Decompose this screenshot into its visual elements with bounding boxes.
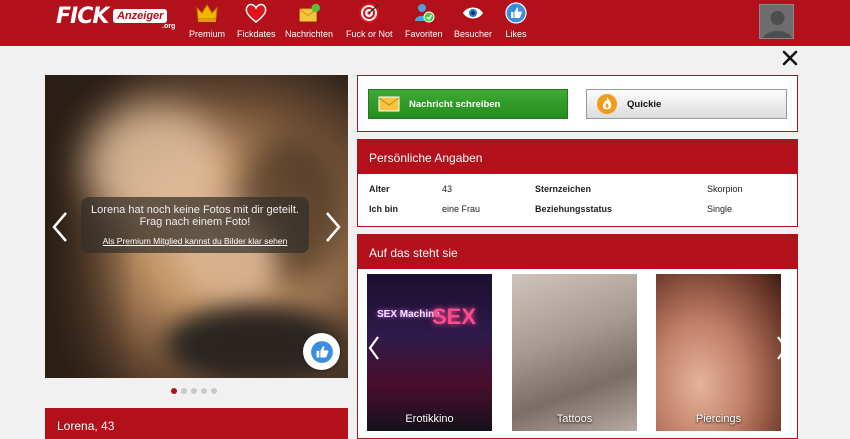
interest-label: Erotikkino (405, 413, 454, 425)
photo-next-arrow-icon[interactable] (323, 210, 343, 244)
nav-item-likes[interactable]: Likes (505, 2, 527, 42)
thumbs-up-icon (310, 340, 333, 363)
nav-label-likes: Likes (505, 29, 527, 39)
premium-link[interactable]: Als Premium Mitglied kannst du Bilder kl… (81, 236, 309, 246)
nav-item-premium[interactable]: Premium (189, 2, 225, 42)
thumbs-up-icon (505, 2, 527, 24)
nav-item-nachrichten[interactable]: Nachrichten (285, 2, 333, 42)
interest-tile-tattoos[interactable]: Tattoos (512, 274, 637, 431)
user-avatar[interactable] (759, 4, 794, 39)
nav-item-favoriten[interactable]: Favoriten (405, 2, 443, 42)
info-row: Ich bin eine Frau Beziehungsstatus Singl… (358, 204, 797, 222)
user-star-icon (413, 2, 435, 24)
interest-label: Piercings (695, 413, 742, 425)
pagination-dot[interactable] (171, 388, 177, 394)
photo-prev-arrow-icon[interactable] (50, 210, 70, 244)
interest-label: Tattoos (556, 413, 593, 425)
info-value: Skorpion (707, 184, 743, 194)
pagination-dot[interactable] (181, 388, 187, 394)
tile-sign-text: SEX Machine (377, 309, 440, 320)
nav-label-premium: Premium (189, 29, 226, 39)
pagination-dot[interactable] (201, 388, 207, 394)
nav-label-fuck-or-not: Fuck or Not (346, 29, 393, 39)
pagination-dot[interactable] (211, 388, 217, 394)
nav-label-fickdates: Fickdates (237, 29, 276, 39)
quickie-label: Quickie (627, 98, 662, 110)
interests-next-arrow-icon[interactable] (775, 335, 789, 361)
nav-item-fuck-or-not[interactable]: Fuck or Not (346, 2, 393, 42)
target-icon (358, 2, 380, 24)
write-message-label: Nachricht schreiben (409, 98, 501, 110)
quickie-button[interactable]: Quickie (586, 89, 787, 119)
nav-label-besucher: Besucher (454, 29, 493, 39)
envelope-icon (298, 2, 321, 24)
write-message-button[interactable]: Nachricht schreiben (368, 89, 568, 119)
crown-icon (196, 2, 218, 24)
eye-icon (462, 2, 484, 24)
section-title: Persönliche Angaben (358, 140, 797, 174)
nav-label-favoriten: Favoriten (405, 29, 443, 39)
no-photos-text: Lorena hat noch keine Fotos mit dir gete… (91, 204, 299, 228)
profile-actions: Nachricht schreiben Quickie (357, 75, 798, 132)
close-icon[interactable] (781, 49, 799, 67)
profile-name-bar: Lorena, 43 (45, 408, 348, 439)
envelope-icon (378, 93, 400, 115)
photo-like-button[interactable] (303, 333, 340, 370)
interests-prev-arrow-icon[interactable] (367, 335, 381, 361)
info-label: Alter (369, 184, 390, 194)
personal-info-section: Persönliche Angaben Alter 43 Sternzeiche… (357, 139, 798, 227)
nav-label-nachrichten: Nachrichten (285, 29, 334, 39)
section-title: Auf das steht sie (358, 235, 797, 269)
info-label: Sternzeichen (535, 184, 592, 194)
info-row: Alter 43 Sternzeichen Skorpion (358, 184, 797, 202)
pagination-dot[interactable] (191, 388, 197, 394)
nav-item-fickdates[interactable]: Fickdates (237, 2, 276, 42)
info-value: eine Frau (442, 204, 481, 214)
info-label: Ich bin (369, 204, 398, 214)
info-label: Beziehungsstatus (535, 204, 613, 214)
tile-sign-text: SEX (432, 304, 477, 329)
photo-pagination (171, 388, 217, 394)
interest-tile-erotikkino[interactable]: SEX Machine SEX Erotikkino (367, 274, 492, 431)
heart-icon (245, 2, 267, 24)
no-photos-message: Lorena hat noch keine Fotos mit dir gete… (81, 197, 309, 253)
interest-tile-piercings[interactable]: Piercings (656, 274, 781, 431)
info-value: 43 (442, 184, 453, 194)
interests-section: Auf das steht sie SEX Machine SEX Erotik… (357, 234, 798, 439)
main-nav: Premium Fickdates Nachrichten Fuck or No… (0, 0, 850, 46)
profile-name: Lorena, 43 (57, 419, 115, 433)
nav-item-besucher[interactable]: Besucher (454, 2, 492, 42)
flame-icon (596, 93, 618, 115)
info-value: Single (707, 204, 733, 214)
